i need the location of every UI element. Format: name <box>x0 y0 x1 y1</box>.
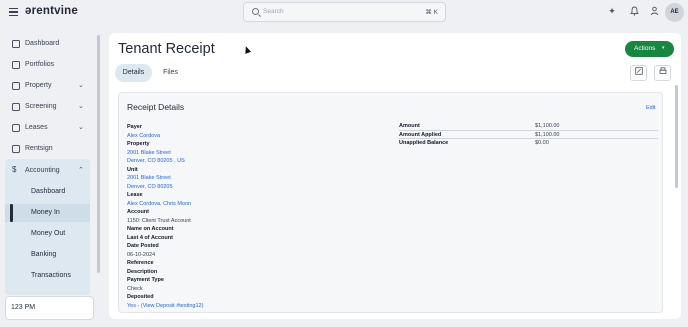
field-label-payer: Payer <box>127 124 142 130</box>
sidebar-item-property[interactable]: Property ⌄ <box>0 77 90 95</box>
amount-value: $1,100.00 <box>535 123 560 129</box>
payment-type-value: Check <box>127 285 143 292</box>
field-label-unit: Unit <box>127 166 138 173</box>
sidebar-item-label: Dashboard <box>25 40 60 47</box>
sidebar-item-portfolios[interactable]: Portfolios <box>0 56 90 74</box>
unit-link-line2[interactable]: Denver, CO 80205 <box>127 183 367 192</box>
sidebar-item-label: Rentsign <box>25 145 53 152</box>
dollar-icon: $ <box>12 165 17 174</box>
chevron-down-icon: ⌄ <box>78 82 84 89</box>
edit-note-icon[interactable] <box>630 65 647 81</box>
amount-label: Amount <box>399 123 420 129</box>
folder-icon <box>12 61 20 69</box>
search-placeholder: Search <box>263 8 284 15</box>
actions-label: Actions <box>634 45 656 52</box>
sidebar-item-accounting[interactable]: $ Accounting ⌃ <box>0 162 90 180</box>
sidebar-item-label: Property <box>25 82 52 89</box>
search-input[interactable]: Search ⌘ K <box>243 2 446 22</box>
sidebar-subitem-label: Money Out <box>31 230 66 237</box>
field-label-name-on-account: Name on Account <box>127 226 174 232</box>
amount-label: Amount Applied <box>399 131 442 138</box>
card-title: Receipt Details <box>127 102 185 112</box>
sparkle-icon[interactable]: ✦ <box>607 6 617 16</box>
amount-row: Amount Applied $1,100.00 <box>399 131 658 139</box>
actions-button[interactable]: Actions ▾ <box>625 41 674 57</box>
grid-icon <box>12 40 20 48</box>
field-label-property: Property <box>127 141 150 147</box>
amount-row: Amount $1,100.00 <box>399 122 658 131</box>
sidebar-item-dashboard[interactable]: Dashboard <box>0 35 90 53</box>
receipt-fields: Payer Alex Cordova Property 2001 Blake S… <box>127 123 367 310</box>
sidebar-subitem-label: Banking <box>31 251 57 258</box>
sidebar-subitem-label: Dashboard <box>31 188 66 195</box>
screening-icon <box>12 103 20 111</box>
search-icon <box>252 8 259 15</box>
sidebar-subitem-money-in[interactable]: Money In <box>5 204 90 222</box>
sidebar-subitem-banking[interactable]: Banking <box>5 246 90 264</box>
sign-icon <box>12 145 20 153</box>
field-label-payment-type: Payment Type <box>127 277 164 283</box>
sidebar-item-label: Portfolios <box>25 61 55 68</box>
sidebar-subitem-label: Transactions <box>31 272 71 279</box>
search-shortcut: ⌘ K <box>425 9 438 16</box>
edit-link[interactable]: Edit <box>646 105 655 111</box>
sidebar-scrollbar[interactable] <box>97 35 100 273</box>
amounts-table: Amount $1,100.00 Amount Applied $1,100.0… <box>399 122 658 148</box>
sidebar-item-rentsign[interactable]: Rentsign <box>0 140 90 158</box>
field-label-date-posted: Date Posted <box>127 243 159 249</box>
sidebar-subitem-label: Money In <box>31 209 60 216</box>
account-value: 1150: Client Trust Account <box>127 217 191 224</box>
lease-icon <box>12 124 20 132</box>
amount-value: $1,100.00 <box>535 131 560 138</box>
field-label-deposited: Deposited <box>127 294 154 300</box>
sidebar-subitem-money-out[interactable]: Money Out <box>5 225 90 243</box>
top-bar: ərentvine Search ⌘ K ✦ AE <box>0 0 688 25</box>
avatar[interactable]: AE <box>665 3 684 22</box>
field-label-lease: Lease <box>127 192 143 198</box>
property-link-line1[interactable]: 2001 Blake Street <box>127 149 367 158</box>
bell-icon[interactable] <box>629 6 639 16</box>
main-panel: Tenant Receipt Actions ▾ Details Files R… <box>109 33 681 319</box>
field-label-description: Description <box>127 268 158 275</box>
app-logo[interactable]: ərentvine <box>25 5 78 17</box>
print-icon[interactable] <box>654 65 671 81</box>
receipt-details-card: Receipt Details Edit Payer Alex Cordova … <box>118 92 663 313</box>
sidebar-item-label: Screening <box>25 103 57 110</box>
date-posted-value: 06-10-2024 <box>127 251 156 258</box>
amount-value: $0.00 <box>535 140 549 146</box>
tab-files[interactable]: Files <box>158 64 183 82</box>
sidebar-item-label: Leases <box>25 124 48 131</box>
amount-label: Unapplied Balance <box>399 140 449 146</box>
page-title: Tenant Receipt <box>118 41 215 57</box>
chevron-down-icon: ▾ <box>662 44 665 51</box>
chevron-up-icon: ⌃ <box>78 167 84 174</box>
lease-link[interactable]: Alex Cordova, Chris Moon <box>127 200 367 209</box>
chevron-down-icon: ⌄ <box>78 124 84 131</box>
property-link-line2[interactable]: Denver, CO 80205 , US <box>127 157 367 166</box>
time-display: 123 PM <box>5 296 94 320</box>
payer-link[interactable]: Alex Cordova <box>127 132 367 141</box>
sidebar-item-screening[interactable]: Screening ⌄ <box>0 98 90 116</box>
sidebar: Dashboard Portfolios Property ⌄ Screenin… <box>0 25 100 327</box>
menu-icon[interactable] <box>9 8 18 17</box>
sidebar-item-label: Accounting <box>25 167 60 174</box>
building-icon <box>12 82 20 90</box>
sidebar-item-leases[interactable]: Leases ⌄ <box>0 119 90 137</box>
main-scrollbar[interactable] <box>675 85 678 188</box>
field-label-last4: Last 4 of Account <box>127 234 173 241</box>
person-icon[interactable] <box>649 6 659 16</box>
sidebar-subitem-transactions[interactable]: Transactions <box>5 267 90 285</box>
sidebar-subitem-dashboard[interactable]: Dashboard <box>5 183 90 201</box>
view-deposit-link[interactable]: Yes - (View Deposit #testing12) <box>127 302 367 311</box>
unit-link-line1[interactable]: 2001 Blake Street <box>127 174 367 183</box>
field-label-account: Account <box>127 209 149 215</box>
field-label-reference: Reference <box>127 260 154 266</box>
chevron-down-icon: ⌄ <box>78 103 84 110</box>
amount-row: Unapplied Balance $0.00 <box>399 139 658 148</box>
tab-details[interactable]: Details <box>115 64 152 82</box>
